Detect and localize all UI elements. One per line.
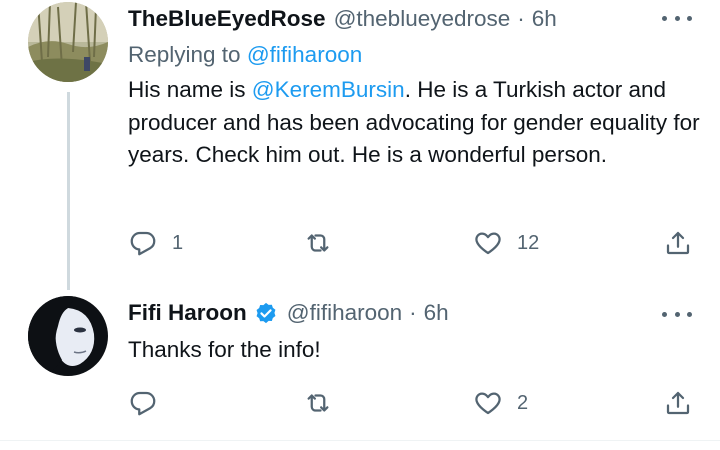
reply-icon <box>130 231 156 256</box>
divider <box>0 440 720 441</box>
tweet-text: Thanks for the info! <box>128 337 321 362</box>
share-button[interactable] <box>663 388 693 418</box>
share-icon <box>666 231 690 255</box>
replying-to-handle[interactable]: @fifiharoon <box>247 42 362 67</box>
share-icon <box>666 391 690 415</box>
tweet-header: Fifi Haroon @fifiharoon · 6h <box>128 298 449 328</box>
tweet-actions: 1 12 <box>128 228 698 258</box>
reply-button[interactable] <box>128 388 172 418</box>
like-button[interactable]: 12 <box>473 228 539 258</box>
forest-photo-avatar-image <box>28 2 108 82</box>
more-icon[interactable] <box>662 304 692 324</box>
reply-icon <box>130 391 156 416</box>
tweet-theblueyedrose[interactable]: TheBlueEyedRose @theblueyedrose · 6h Rep… <box>0 0 720 290</box>
replying-to-line: Replying to @fifiharoon <box>128 40 362 70</box>
tweet-text: His name is @KeremBursin. He is a Turkis… <box>128 74 708 172</box>
user-handle[interactable]: @fifiharoon <box>287 298 402 328</box>
verified-badge-icon <box>253 300 279 326</box>
like-icon <box>475 392 501 415</box>
user-handle[interactable]: @theblueyedrose <box>334 4 511 34</box>
more-icon[interactable] <box>662 8 692 28</box>
retweet-icon <box>307 394 329 412</box>
separator-dot: · <box>409 300 417 325</box>
tweet-actions: 2 <box>128 388 698 418</box>
portrait-photo-avatar-image <box>28 296 108 376</box>
like-icon <box>475 232 501 255</box>
avatar-fifiharoon[interactable] <box>28 296 108 376</box>
tweet-text-part: His name is <box>128 77 252 102</box>
timestamp[interactable]: 6h <box>532 4 557 34</box>
replying-to-label: Replying to <box>128 42 247 67</box>
reply-count: 1 <box>172 231 184 254</box>
share-button[interactable] <box>663 228 693 258</box>
separator-dot: · <box>517 6 525 31</box>
like-count: 12 <box>517 231 540 254</box>
retweet-icon <box>307 234 329 252</box>
tweet-fifiharoon[interactable]: Fifi Haroon @fifiharoon · 6h Thanks for … <box>0 290 720 440</box>
timestamp[interactable]: 6h <box>424 298 449 328</box>
retweet-button[interactable] <box>303 228 347 258</box>
display-name[interactable]: TheBlueEyedRose <box>128 4 326 34</box>
thread-line <box>67 92 70 290</box>
like-count: 2 <box>517 391 529 414</box>
like-button[interactable]: 2 <box>473 388 528 418</box>
display-name[interactable]: Fifi Haroon <box>128 298 247 328</box>
mention-link[interactable]: @KeremBursin <box>252 77 405 102</box>
tweet-header: TheBlueEyedRose @theblueyedrose · 6h <box>128 4 557 34</box>
avatar-theblueyedrose[interactable] <box>28 2 108 82</box>
reply-button[interactable]: 1 <box>128 228 183 258</box>
retweet-button[interactable] <box>303 388 347 418</box>
